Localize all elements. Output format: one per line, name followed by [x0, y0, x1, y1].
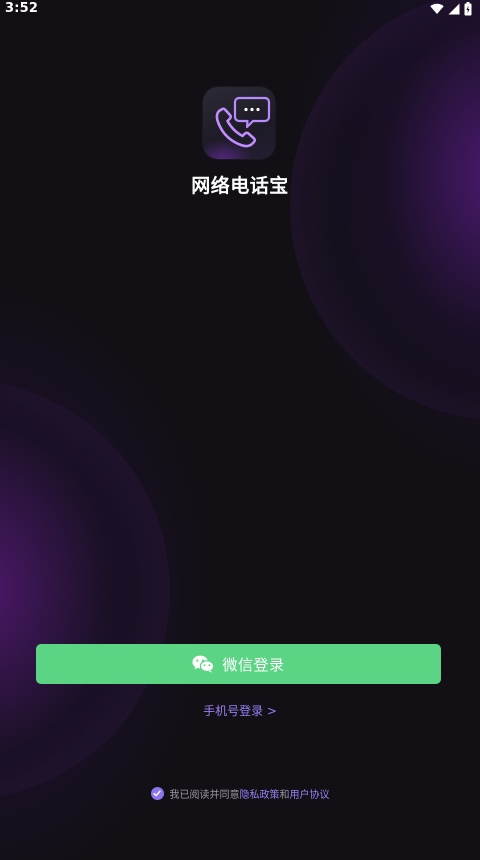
agreement-joiner: 和: [279, 790, 290, 801]
agreement-checkbox[interactable]: [150, 787, 164, 800]
app-name: 网络电话宝: [191, 175, 289, 197]
background-glow-right: [290, 0, 480, 420]
checkmark-icon: [153, 790, 161, 797]
battery-icon: [464, 2, 472, 16]
background-glow-left: [0, 380, 170, 800]
wechat-login-button[interactable]: 微信登录: [36, 644, 441, 684]
status-bar: 3:52: [0, 0, 480, 18]
status-icons: [430, 2, 472, 16]
app-icon: [203, 87, 275, 159]
agreement-prefix: 我已阅读并同意: [169, 790, 240, 801]
status-time: 3:52: [5, 1, 39, 16]
wifi-icon: [430, 3, 444, 14]
phone-login-link[interactable]: 手机号登录 >: [0, 702, 480, 719]
signal-icon: [448, 3, 460, 15]
wechat-icon: [192, 655, 215, 673]
login-screen: 3:52 网络电话宝 微信登录 手机号登录 > 我已阅读并同意 隐私政策 和 用…: [0, 0, 480, 860]
wechat-login-label: 微信登录: [222, 655, 285, 674]
phone-login-label[interactable]: 手机号登录 >: [203, 704, 277, 718]
user-agreement-link[interactable]: 用户协议: [290, 786, 330, 801]
agreement-row: 我已阅读并同意 隐私政策 和 用户协议: [0, 786, 480, 801]
privacy-policy-link[interactable]: 隐私政策: [240, 786, 280, 801]
phone-chat-icon: [215, 96, 271, 148]
